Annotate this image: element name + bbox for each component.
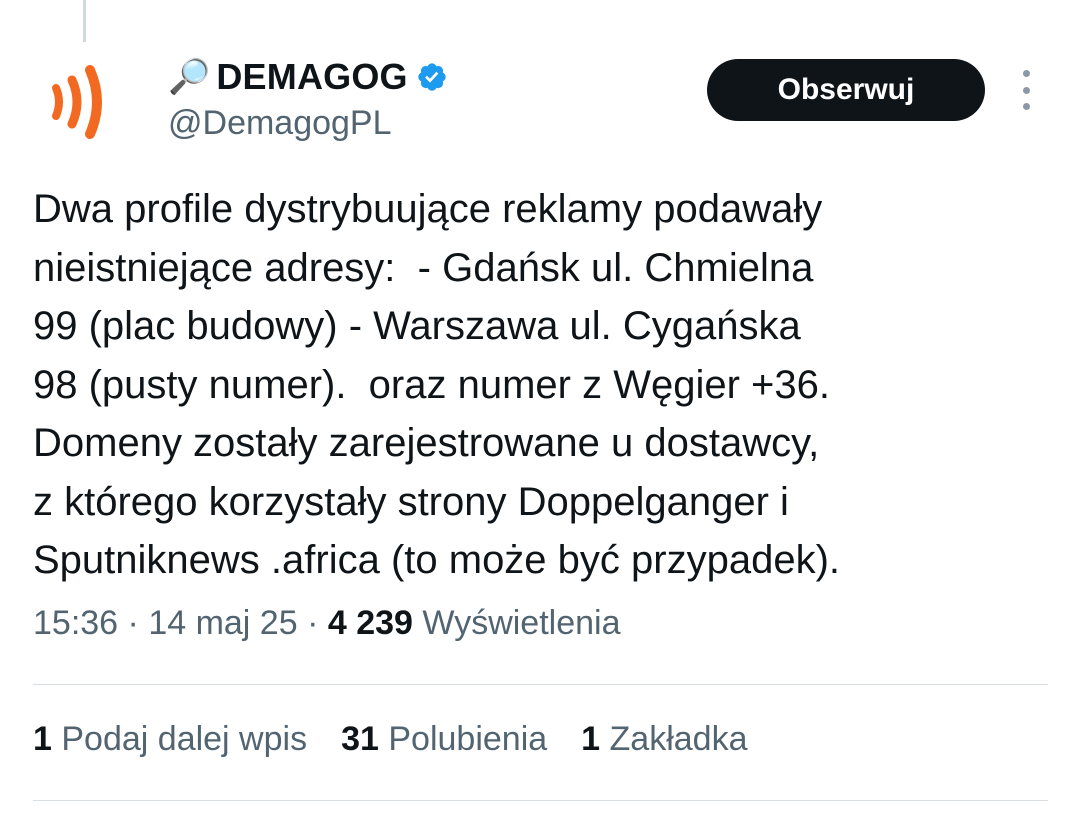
thread-connector-line xyxy=(83,0,86,42)
reposts-count: 1 xyxy=(33,720,52,758)
verified-badge-icon xyxy=(418,63,446,91)
meta-separator: · xyxy=(297,604,328,642)
avatar[interactable] xyxy=(40,58,128,146)
magnifier-emoji-icon: 🔎 xyxy=(168,58,211,96)
divider-top xyxy=(33,684,1048,685)
bookmarks-stat[interactable]: 1 Zakładka xyxy=(581,720,747,759)
reposts-label: Podaj dalej wpis xyxy=(61,720,308,758)
tweet-date[interactable]: 14 maj 25 xyxy=(148,604,297,642)
likes-label: Polubienia xyxy=(388,720,548,758)
tweet-meta: 15:36 · 14 maj 25 · 4 239 Wyświetlenia xyxy=(33,604,621,643)
meta-separator: · xyxy=(118,604,149,642)
more-options-button[interactable] xyxy=(1011,70,1041,110)
likes-stat[interactable]: 31 Polubienia xyxy=(341,720,547,759)
tweet-text: Dwa profile dystrybuujące reklamy podawa… xyxy=(33,187,841,582)
bookmarks-label: Zakładka xyxy=(609,720,748,758)
author-handle[interactable]: @DemagogPL xyxy=(168,104,448,143)
likes-count: 31 xyxy=(341,720,379,758)
author-identity[interactable]: 🔎 DEMAGOG @DemagogPL xyxy=(168,52,448,143)
bookmarks-count: 1 xyxy=(581,720,601,758)
views-count: 4 239 xyxy=(327,604,413,642)
signal-waves-logo-icon xyxy=(52,65,102,139)
views-label: Wyświetlenia xyxy=(422,604,621,642)
author-name-row: 🔎 DEMAGOG xyxy=(168,52,448,102)
reposts-stat[interactable]: 1 Podaj dalej wpis xyxy=(33,720,307,759)
vertical-dots-icon xyxy=(1022,70,1030,77)
follow-button[interactable]: Obserwuj xyxy=(707,59,985,121)
divider-bottom xyxy=(33,800,1048,801)
author-display-name[interactable]: DEMAGOG xyxy=(216,56,407,98)
tweet-time[interactable]: 15:36 xyxy=(33,604,118,642)
engagement-stats: 1 Podaj dalej wpis 31 Polubienia 1 Zakła… xyxy=(33,720,782,759)
